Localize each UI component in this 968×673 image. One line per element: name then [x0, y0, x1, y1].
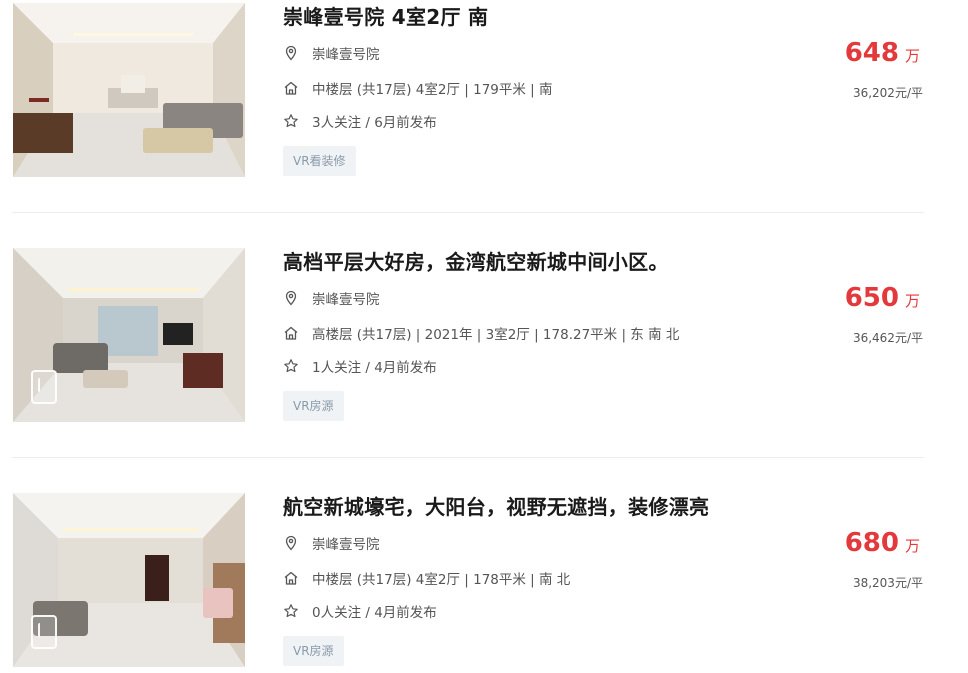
- house-icon: [283, 325, 299, 341]
- price-value: 650: [844, 283, 899, 313]
- listing-tag[interactable]: VR房源: [283, 391, 344, 421]
- listing-community-row: 崇峰壹号院: [283, 43, 380, 63]
- listing-house-info-row: 中楼层 (共17层) 4室2厅 | 179平米 | 南: [283, 78, 553, 98]
- listing-unit-price: 36,462元/平: [852, 331, 923, 345]
- location-pin-icon: [283, 535, 299, 551]
- star-icon: [283, 358, 299, 374]
- listing-thumbnail[interactable]: [13, 3, 245, 177]
- listing-divider: [12, 212, 924, 213]
- listing-house-info-row: 高楼层 (共17层) | 2021年 | 3室2厅 | 178.27平米 | 东…: [283, 323, 679, 343]
- listing-title[interactable]: 高档平层大好房，金湾航空新城中间小区。: [283, 246, 669, 275]
- listing-follow-info: 3人关注 / 6月前发布: [312, 115, 437, 131]
- star-icon: [283, 603, 299, 619]
- listing-house-info: 高楼层 (共17层) | 2021年 | 3室2厅 | 178.27平米 | 东…: [312, 327, 680, 343]
- listing-house-info: 中楼层 (共17层) 4室2厅 | 179平米 | 南: [312, 82, 553, 98]
- listing-unit-price: 38,203元/平: [852, 576, 923, 590]
- listing-follow-row: 3人关注 / 6月前发布: [283, 111, 437, 131]
- listing-total-price: 680 万: [845, 528, 920, 558]
- listing-community[interactable]: 崇峰壹号院: [312, 533, 380, 553]
- star-icon: [283, 113, 299, 129]
- location-pin-icon: [283, 45, 299, 61]
- listing-follow-info: 0人关注 / 4月前发布: [312, 605, 437, 621]
- listing-total-price: 650 万: [845, 283, 920, 313]
- price-value: 680: [844, 528, 899, 558]
- listing-tag[interactable]: VR房源: [283, 636, 344, 666]
- vr-icon: [31, 370, 57, 404]
- listing-community[interactable]: 崇峰壹号院: [312, 43, 380, 63]
- price-unit: 万: [904, 47, 920, 65]
- listing-title[interactable]: 航空新城壕宅，大阳台，视野无遮挡，装修漂亮: [283, 491, 709, 520]
- listing-follow-row: 1人关注 / 4月前发布: [283, 356, 437, 376]
- listing-house-info: 中楼层 (共17层) 4室2厅 | 178平米 | 南 北: [312, 572, 571, 588]
- listing-community-row: 崇峰壹号院: [283, 288, 380, 308]
- listing-total-price: 648 万: [845, 38, 920, 68]
- listing-follow-info: 1人关注 / 4月前发布: [312, 360, 437, 376]
- listing-tag[interactable]: VR看装修: [283, 146, 356, 176]
- price-unit: 万: [904, 292, 920, 310]
- listing-divider: [12, 457, 924, 458]
- listing-community[interactable]: 崇峰壹号院: [312, 288, 380, 308]
- location-pin-icon: [283, 290, 299, 306]
- vr-icon: [31, 615, 57, 649]
- listing-thumbnail[interactable]: [13, 248, 245, 422]
- house-icon: [283, 570, 299, 586]
- listing-unit-price: 36,202元/平: [852, 86, 923, 100]
- listing-community-row: 崇峰壹号院: [283, 533, 380, 553]
- listing-house-info-row: 中楼层 (共17层) 4室2厅 | 178平米 | 南 北: [283, 568, 570, 588]
- listing-thumbnail[interactable]: [13, 493, 245, 667]
- price-unit: 万: [904, 537, 920, 555]
- listing-follow-row: 0人关注 / 4月前发布: [283, 601, 437, 621]
- house-icon: [283, 80, 299, 96]
- listing-title[interactable]: 崇峰壹号院 4室2厅 南: [283, 1, 488, 30]
- price-value: 648: [844, 38, 899, 68]
